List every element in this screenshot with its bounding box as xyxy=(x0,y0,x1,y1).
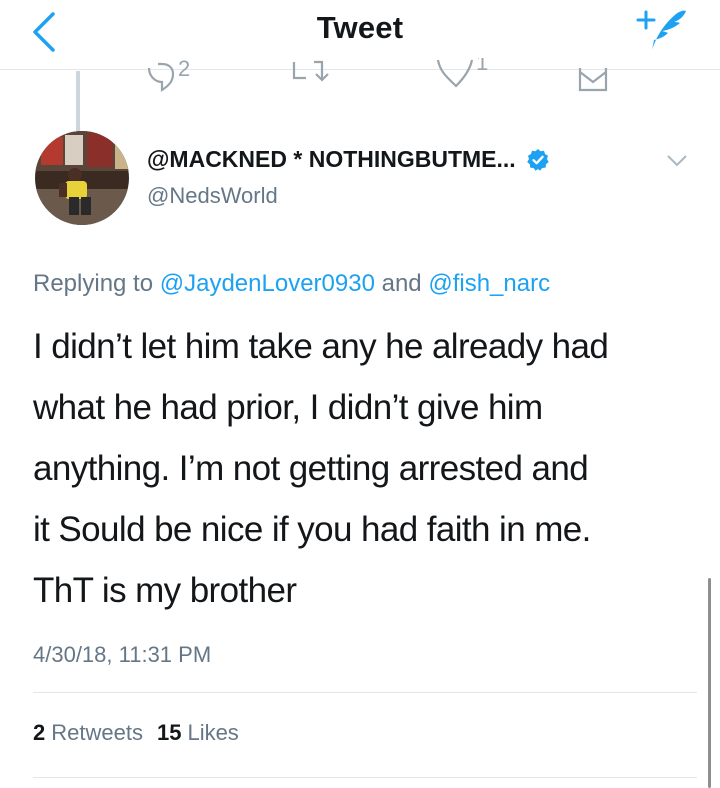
divider xyxy=(33,777,697,778)
tweet-text: I didn’t let him take any he already had… xyxy=(33,316,693,621)
retweet-icon xyxy=(292,60,329,82)
likes-label: Likes xyxy=(187,720,239,745)
like-count: 1 xyxy=(476,58,489,75)
likes-stat[interactable]: 15 Likes xyxy=(157,720,239,746)
avatar[interactable] xyxy=(35,131,129,225)
like-action[interactable]: 1 xyxy=(436,58,488,94)
envelope-icon xyxy=(578,68,608,92)
engagement-stats: 2 Retweets 15 Likes xyxy=(33,720,253,746)
compose-tweet-button[interactable] xyxy=(628,4,692,56)
divider xyxy=(33,692,697,693)
display-name[interactable]: @MACKNED * NOTHINGBUTME... xyxy=(147,146,516,173)
tweet-options-button[interactable] xyxy=(664,150,690,170)
retweets-count: 2 xyxy=(33,720,46,745)
heart-icon xyxy=(436,59,474,88)
tweet-text-line: it Sould be nice if you had faith in me. xyxy=(33,510,591,549)
retweets-stat[interactable]: 2 Retweets xyxy=(33,720,143,746)
tweet-timestamp: 4/30/18, 11:31 PM xyxy=(33,642,212,667)
scrollbar[interactable] xyxy=(708,578,711,788)
reply-action[interactable]: 2 xyxy=(146,58,190,94)
page-title: Tweet xyxy=(316,10,404,45)
mention-link[interactable]: @JaydenLover0930 xyxy=(160,270,375,297)
tweet-text-line: ThT is my brother xyxy=(33,571,297,610)
replying-and: and xyxy=(381,270,422,297)
replying-prefix: Replying to xyxy=(33,270,154,297)
retweets-label: Retweets xyxy=(51,720,143,745)
likes-count: 15 xyxy=(156,720,182,745)
verified-badge-icon xyxy=(526,148,549,171)
tweet-text-line: what he had prior, I didn’t give him xyxy=(33,388,543,427)
tweet-text-line: I didn’t let him take any he already had xyxy=(33,327,609,366)
chevron-down-icon xyxy=(667,155,687,167)
author-handle[interactable]: @NedsWorld xyxy=(147,183,278,209)
reply-count: 2 xyxy=(178,58,191,81)
avatar-photo xyxy=(35,131,129,225)
retweet-action[interactable] xyxy=(290,58,330,94)
previous-tweet-actions: 2 1 xyxy=(0,58,720,94)
direct-message-action[interactable] xyxy=(578,58,608,94)
tweet-text-line: anything. I’m not getting arrested and xyxy=(33,449,589,488)
mention-link[interactable]: @fish_narc xyxy=(428,270,550,297)
compose-tweet-icon xyxy=(636,10,686,50)
author-name-row: @MACKNED * NOTHINGBUTME... xyxy=(147,146,550,173)
replying-to: Replying to @JaydenLover0930 and @fish_n… xyxy=(33,270,550,298)
